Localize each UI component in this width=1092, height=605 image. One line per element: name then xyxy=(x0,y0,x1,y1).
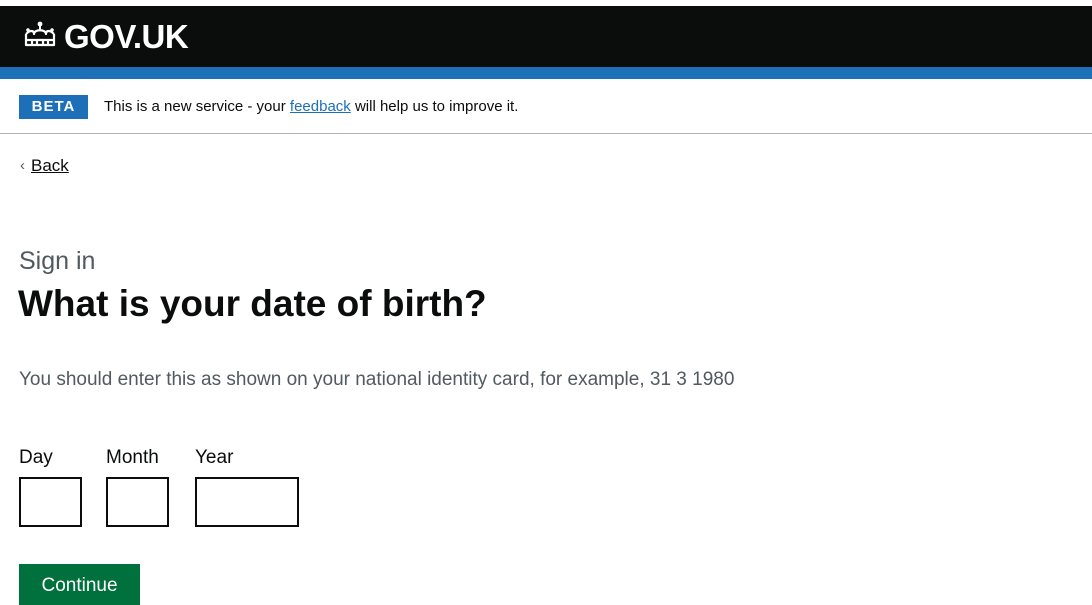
site-header: GOV.UK xyxy=(0,6,1092,67)
chevron-left-icon: ‹ xyxy=(20,157,25,174)
continue-button[interactable]: Continue xyxy=(19,564,140,605)
phase-text-before: This is a new service - your xyxy=(104,98,286,115)
date-hint: You should enter this as shown on your n… xyxy=(19,369,735,390)
day-field-group: Day xyxy=(19,445,82,527)
page-title: What is your date of birth? xyxy=(18,283,487,324)
page-caption: Sign in xyxy=(19,247,96,275)
back-link[interactable]: ‹ Back xyxy=(20,154,69,178)
month-label: Month xyxy=(106,447,159,468)
month-field-group: Month xyxy=(106,445,169,527)
phase-banner: BETA This is a new service - your feedba… xyxy=(0,79,1092,134)
feedback-link[interactable]: feedback xyxy=(290,98,351,115)
day-label: Day xyxy=(19,447,53,468)
year-input[interactable] xyxy=(195,477,299,527)
back-link-label: Back xyxy=(31,156,69,175)
beta-tag: BETA xyxy=(19,95,88,119)
month-input[interactable] xyxy=(106,477,169,527)
phase-banner-text: This is a new service - your feedback wi… xyxy=(104,96,518,118)
header-accent-bar xyxy=(0,67,1092,79)
year-field-group: Year xyxy=(195,445,299,527)
govuk-logo-link[interactable]: GOV.UK xyxy=(22,18,189,55)
page: GOV.UK BETA This is a new service - your… xyxy=(0,0,1092,605)
crown-icon xyxy=(22,20,64,55)
year-label: Year xyxy=(195,447,234,468)
day-input[interactable] xyxy=(19,477,82,527)
phase-text-after: will help us to improve it. xyxy=(354,98,519,115)
govuk-logo-text: GOV.UK xyxy=(64,18,189,55)
